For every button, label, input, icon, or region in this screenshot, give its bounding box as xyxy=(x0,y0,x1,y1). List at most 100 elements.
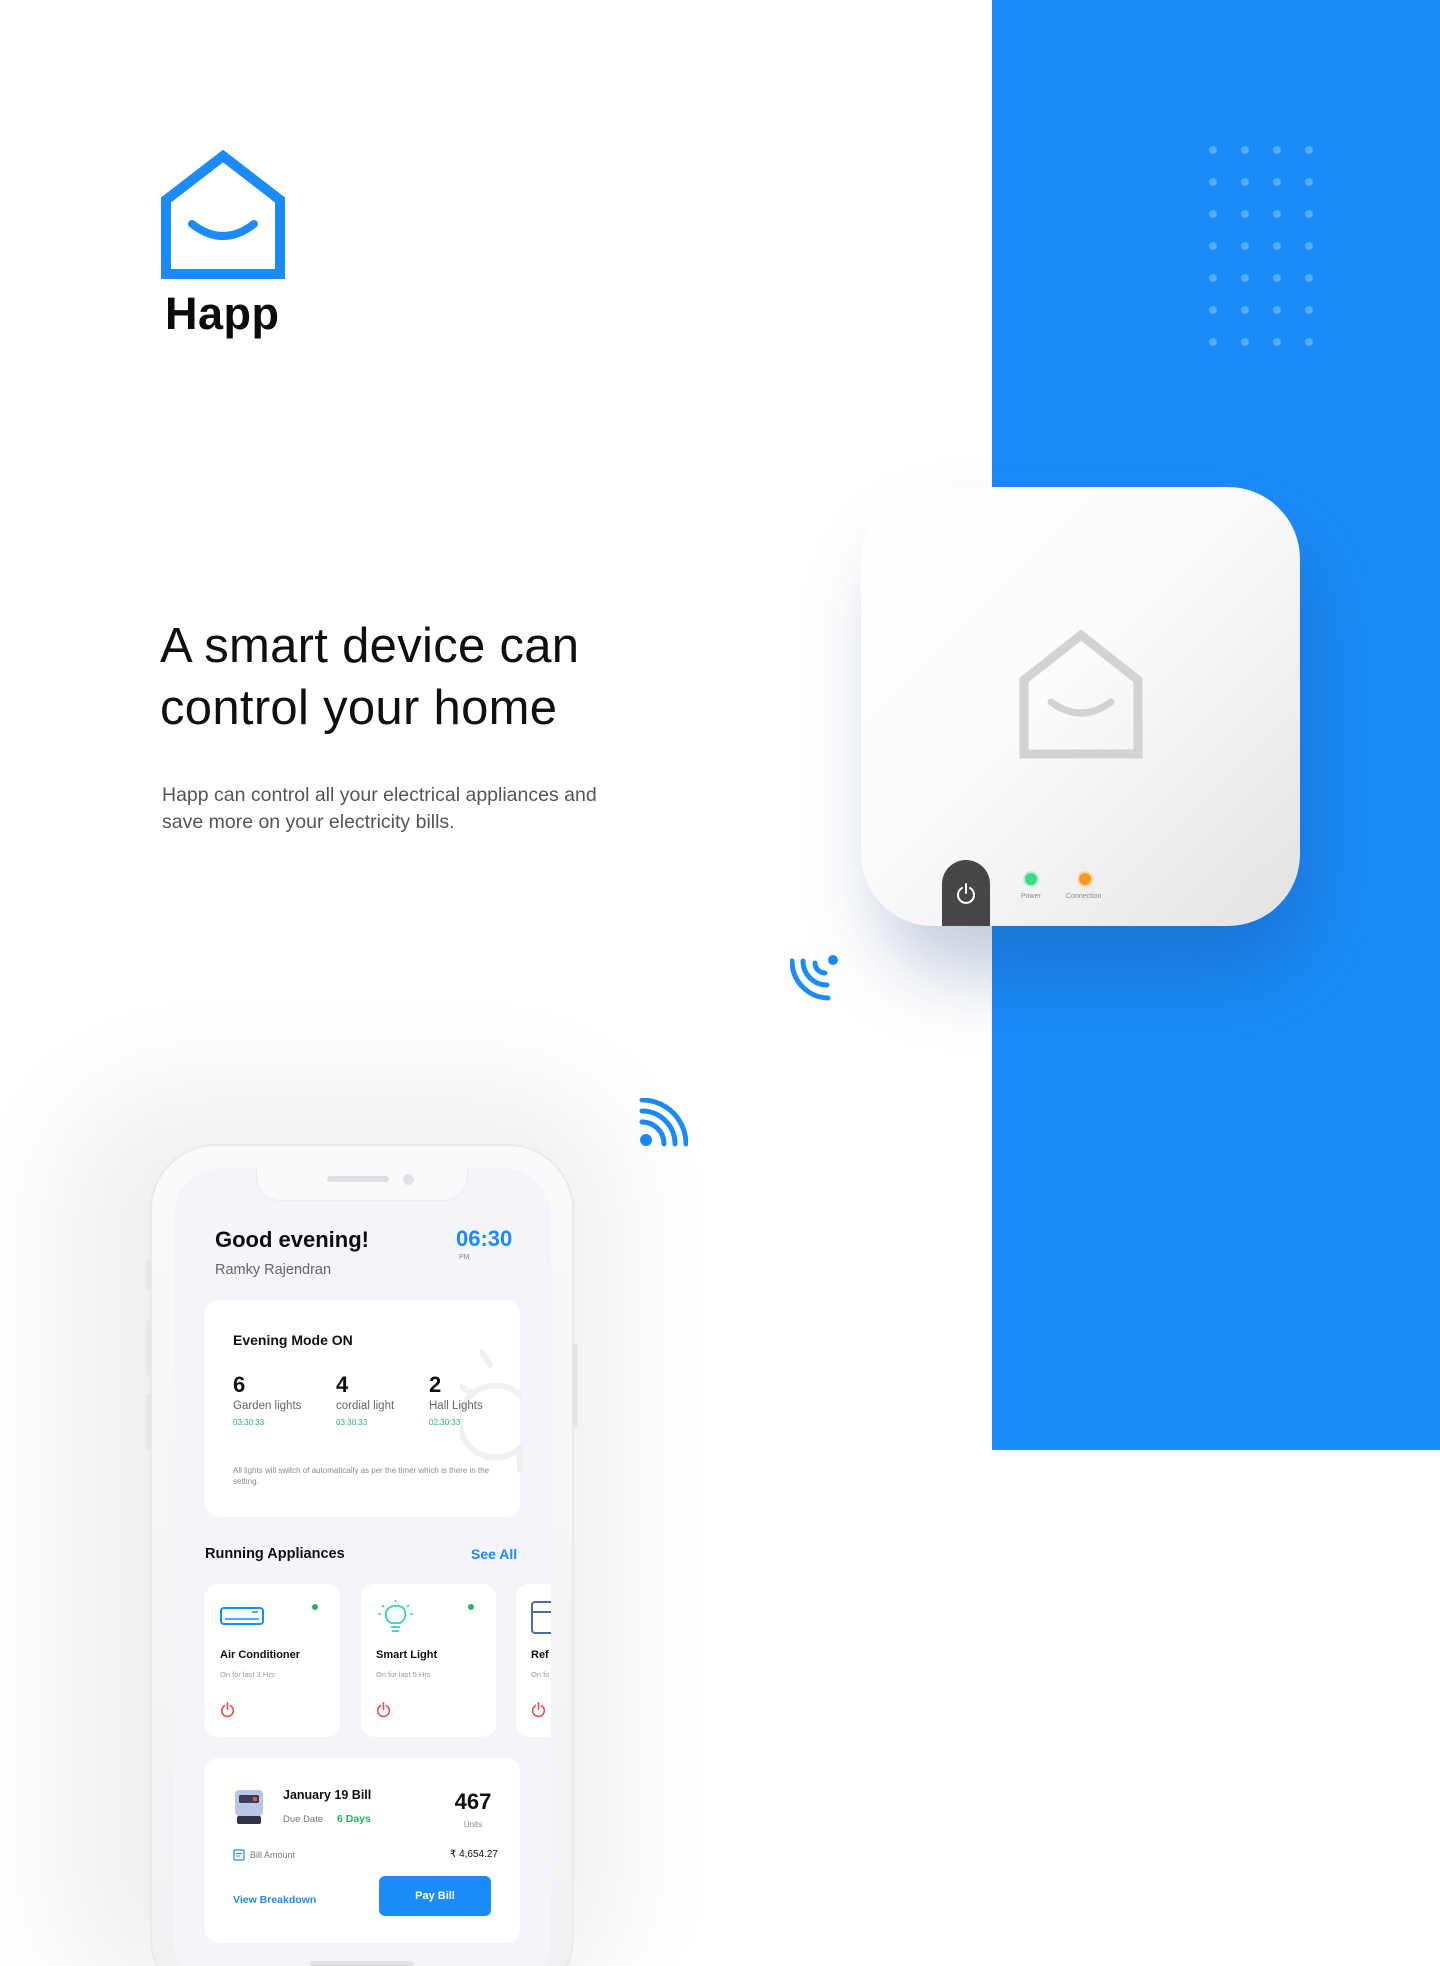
appliance-name: Ref xyxy=(531,1649,549,1661)
electric-meter-icon xyxy=(235,1790,263,1824)
running-indicator xyxy=(312,1604,318,1610)
front-camera xyxy=(403,1174,414,1185)
bill-card: January 19 Bill Due Date 6 Days 467 Unit… xyxy=(205,1758,520,1943)
dot-grid-decoration xyxy=(1209,146,1329,356)
view-breakdown-link[interactable]: View Breakdown xyxy=(233,1894,316,1906)
grid-dot xyxy=(1241,210,1249,218)
grid-dot xyxy=(1305,242,1313,250)
appliance-name: Air Conditioner xyxy=(220,1649,301,1661)
power-led xyxy=(1025,873,1037,885)
appliance-card-smart-light[interactable]: Smart Light On for last 5 Hrs xyxy=(361,1584,496,1737)
grid-dot xyxy=(1209,274,1217,282)
power-off-icon[interactable] xyxy=(531,1702,546,1718)
bill-amount-label: Bill Amount xyxy=(250,1850,296,1860)
grid-dot xyxy=(1273,210,1281,218)
phone-side-button xyxy=(573,1344,578,1428)
clock-ampm: PM xyxy=(459,1254,470,1261)
hero-description: Happ can control all your electrical app… xyxy=(162,784,597,833)
device-power-button[interactable] xyxy=(942,860,990,926)
stat-timer: 03:30:33 xyxy=(336,1418,368,1427)
broadcast-signal-icon xyxy=(639,1098,688,1147)
grid-dot xyxy=(1273,274,1281,282)
grid-dot xyxy=(1241,306,1249,314)
grid-dot xyxy=(1305,210,1313,218)
grid-dot xyxy=(1305,306,1313,314)
grid-dot xyxy=(1209,338,1217,346)
grid-dot xyxy=(1209,242,1217,250)
power-icon xyxy=(957,883,975,904)
smart-hub-device: Power Connection xyxy=(861,487,1300,926)
hero-headline: A smart device can control your home xyxy=(160,619,580,735)
phone-volume-up xyxy=(146,1320,151,1376)
evening-mode-card[interactable]: Evening Mode ON 6 Garden lights 03:30:33… xyxy=(205,1300,523,1517)
see-all-link[interactable]: See All xyxy=(471,1546,517,1562)
power-off-icon[interactable] xyxy=(220,1702,235,1718)
power-off-icon[interactable] xyxy=(376,1702,391,1718)
mode-note: All lights will switch of automatically … xyxy=(233,1466,490,1486)
air-conditioner-icon xyxy=(220,1607,264,1625)
grid-dot xyxy=(1305,146,1313,154)
home-indicator xyxy=(310,1961,414,1966)
user-name: Ramky Rajendran xyxy=(215,1262,332,1278)
appliance-status: On for last 5 Hrs xyxy=(376,1670,431,1679)
running-indicator xyxy=(468,1604,474,1610)
light-bulb-icon xyxy=(378,1600,413,1632)
grid-dot xyxy=(1273,242,1281,250)
power-led-label: Power xyxy=(1021,893,1041,900)
happ-logo-icon xyxy=(161,150,285,279)
phone-mute-switch xyxy=(146,1260,151,1290)
stat-timer: 03:30:33 xyxy=(233,1418,265,1427)
grid-dot xyxy=(1273,338,1281,346)
phone-volume-down xyxy=(146,1394,151,1450)
receipt-icon xyxy=(233,1849,245,1861)
appliance-status: On fo xyxy=(531,1670,550,1679)
grid-dot xyxy=(1241,274,1249,282)
stat-timer: 02:30:33 xyxy=(429,1418,461,1427)
grid-dot xyxy=(1241,178,1249,186)
stat-cordial-light: 4 cordial light 03:30:33 xyxy=(336,1372,394,1427)
speaker-grille xyxy=(327,1176,389,1182)
grid-dot xyxy=(1305,338,1313,346)
connection-led xyxy=(1079,873,1091,885)
bill-amount-value: ₹ 4,654.27 xyxy=(449,1849,498,1860)
wireless-signal-icon xyxy=(790,955,838,1001)
device-logo-icon xyxy=(1019,630,1143,759)
bill-title: January 19 Bill xyxy=(283,1788,372,1802)
connection-led-label: Connection xyxy=(1066,893,1102,900)
greeting-text: Good evening! xyxy=(215,1227,369,1252)
grid-dot xyxy=(1273,306,1281,314)
phone-notch xyxy=(256,1168,468,1201)
appliance-card-refrigerator[interactable]: Ref On fo xyxy=(516,1584,551,1737)
stat-label: cordial light xyxy=(336,1400,395,1412)
due-date-value: 6 Days xyxy=(337,1813,371,1825)
grid-dot xyxy=(1273,178,1281,186)
refrigerator-icon xyxy=(531,1601,551,1634)
running-appliances-title: Running Appliances xyxy=(205,1546,345,1562)
brand-name: Happ xyxy=(165,288,280,339)
mode-title: Evening Mode ON xyxy=(233,1332,353,1348)
grid-dot xyxy=(1209,210,1217,218)
grid-dot xyxy=(1209,178,1217,186)
units-label: Units xyxy=(463,1820,483,1829)
grid-dot xyxy=(1305,274,1313,282)
stat-count: 2 xyxy=(429,1372,442,1397)
appliance-name: Smart Light xyxy=(376,1649,438,1661)
clock-time: 06:30 xyxy=(456,1226,513,1251)
grid-dot xyxy=(1241,146,1249,154)
stat-label: Hall Lights xyxy=(429,1400,483,1412)
grid-dot xyxy=(1209,146,1217,154)
pay-bill-button[interactable]: Pay Bill xyxy=(379,1876,491,1916)
grid-dot xyxy=(1241,242,1249,250)
grid-dot xyxy=(1209,306,1217,314)
appliance-card-air-conditioner[interactable]: Air Conditioner On for last 3 Hrs xyxy=(205,1584,340,1737)
grid-dot xyxy=(1241,338,1249,346)
stat-garden-lights: 6 Garden lights 03:30:33 xyxy=(233,1372,301,1427)
due-date-label: Due Date xyxy=(283,1814,324,1825)
stat-count: 6 xyxy=(233,1372,246,1397)
appliance-status: On for last 3 Hrs xyxy=(220,1670,275,1679)
phone-screen: Good evening! Ramky Rajendran 06:30 PM E… xyxy=(174,1168,551,1966)
grid-dot xyxy=(1273,146,1281,154)
stat-label: Garden lights xyxy=(233,1400,302,1412)
units-value: 467 xyxy=(454,1789,492,1814)
grid-dot xyxy=(1305,178,1313,186)
